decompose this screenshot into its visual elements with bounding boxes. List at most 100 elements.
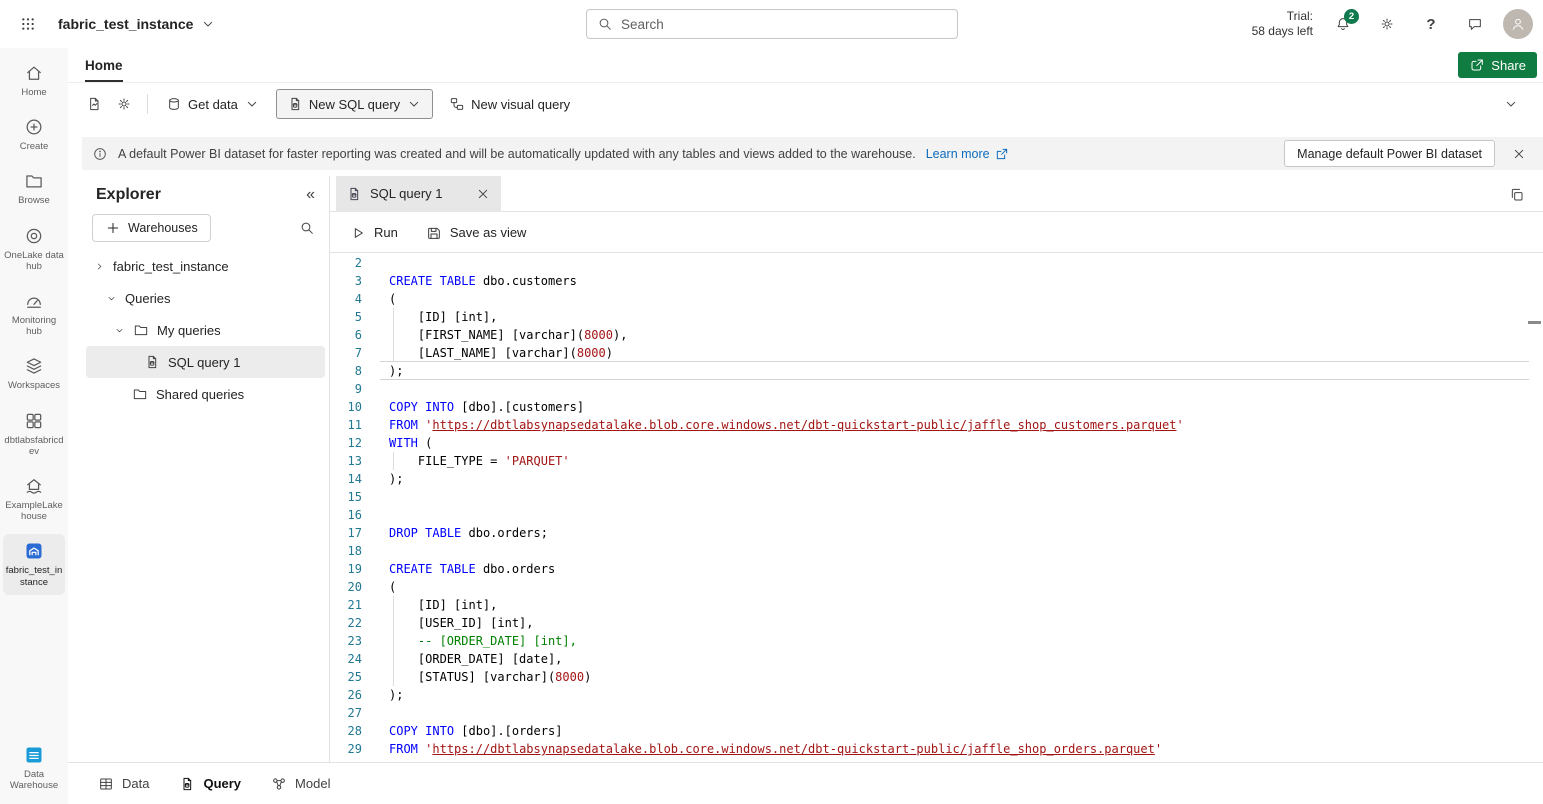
- code-text: );: [389, 362, 403, 380]
- rail-item-fabric-test-instance[interactable]: fabric_test_instance: [3, 534, 65, 594]
- save-as-view-button[interactable]: Save as view: [426, 225, 527, 241]
- bottom-tab-label: Query: [203, 776, 241, 791]
- code-line-8[interactable]: 8);: [330, 362, 1543, 380]
- code-line-10[interactable]: 10COPY INTO [dbo].[customers]: [330, 398, 1543, 416]
- code-line-12[interactable]: 12 WITH (: [330, 434, 1543, 452]
- learn-more-link[interactable]: Learn more: [926, 146, 1010, 162]
- code-line-11[interactable]: 11FROM 'https://dbtlabsynapsedatalake.bl…: [330, 416, 1543, 434]
- code-line-13[interactable]: 13 FILE_TYPE = 'PARQUET': [330, 452, 1543, 470]
- code-line-15[interactable]: 15: [330, 488, 1543, 506]
- line-number: 4: [330, 290, 362, 308]
- code-line-9[interactable]: 9: [330, 380, 1543, 398]
- settings-button[interactable]: [1371, 8, 1403, 40]
- line-number: 2: [330, 254, 362, 272]
- get-data-button[interactable]: Get data: [157, 89, 269, 119]
- share-button[interactable]: Share: [1458, 52, 1537, 78]
- main-content: Home Share Get data New SQL query New vi…: [68, 48, 1543, 804]
- code-line-20[interactable]: 20(: [330, 578, 1543, 596]
- tab-home-label: Home: [85, 58, 123, 73]
- app-launcher-button[interactable]: [12, 8, 44, 40]
- code-editor[interactable]: 23CREATE TABLE dbo.customers4(5 [ID] [in…: [330, 254, 1543, 762]
- code-line-21[interactable]: 21 [ID] [int],: [330, 596, 1543, 614]
- code-line-26[interactable]: 26);: [330, 686, 1543, 704]
- line-number: 12: [330, 434, 362, 452]
- code-line-24[interactable]: 24 [ORDER_DATE] [date],: [330, 650, 1543, 668]
- close-tab-button[interactable]: [475, 186, 491, 202]
- help-button[interactable]: ?: [1415, 8, 1447, 40]
- code-line-16[interactable]: 16: [330, 506, 1543, 524]
- bottom-tab-data[interactable]: Data: [98, 776, 149, 792]
- collapse-ribbon-button[interactable]: [1497, 90, 1525, 118]
- chevron-right-icon[interactable]: [94, 261, 105, 272]
- gear-icon: [1379, 16, 1395, 32]
- workspace-switcher[interactable]: fabric_test_instance: [58, 16, 216, 32]
- rail-item-onelake-data-hub[interactable]: OneLake data hub: [3, 219, 65, 279]
- rail-item-data-warehouse[interactable]: Data Warehouse: [3, 738, 65, 798]
- code-line-28[interactable]: 28COPY INTO [dbo].[orders]: [330, 722, 1543, 740]
- bottom-tab-query[interactable]: Query: [179, 776, 241, 792]
- new-sql-query-button[interactable]: New SQL query: [276, 89, 433, 119]
- rail-item-home[interactable]: Home: [3, 56, 65, 105]
- code-text: WITH (: [389, 434, 432, 452]
- line-number: 27: [330, 704, 362, 722]
- code-line-17[interactable]: 17DROP TABLE dbo.orders;: [330, 524, 1543, 542]
- explorer-search-button[interactable]: [299, 220, 315, 236]
- tree-item-shared-queries[interactable]: Shared queries: [86, 378, 325, 410]
- banner-close-button[interactable]: [1505, 140, 1533, 168]
- notifications-button[interactable]: 2: [1327, 8, 1359, 40]
- chevron-down-icon[interactable]: [114, 325, 125, 336]
- rail-item-browse[interactable]: Browse: [3, 164, 65, 213]
- code-line-19[interactable]: 19CREATE TABLE dbo.orders: [330, 560, 1543, 578]
- new-visual-query-button[interactable]: New visual query: [440, 89, 579, 119]
- rail-item-dbtlabsfabricdev[interactable]: dbtlabsfabricdev: [3, 404, 65, 464]
- line-number: 23: [330, 632, 362, 650]
- warehouse-settings-button[interactable]: [110, 90, 138, 118]
- code-text: -- [ORDER_DATE] [int],: [389, 632, 577, 650]
- code-line-5[interactable]: 5 [ID] [int],: [330, 308, 1543, 326]
- code-line-23[interactable]: 23 -- [ORDER_DATE] [int],: [330, 632, 1543, 650]
- code-line-6[interactable]: 6 [FIRST_NAME] [varchar](8000),: [330, 326, 1543, 344]
- feedback-button[interactable]: [1459, 8, 1491, 40]
- rail-item-monitoring-hub[interactable]: Monitoring hub: [3, 284, 65, 344]
- search-input[interactable]: [621, 17, 947, 32]
- code-line-29[interactable]: 29FROM 'https://dbtlabsynapsedatalake.bl…: [330, 740, 1543, 758]
- tree-item-queries[interactable]: Queries: [86, 282, 325, 314]
- line-number: 28: [330, 722, 362, 740]
- tree-item-my-queries[interactable]: My queries: [86, 314, 325, 346]
- tree-item-label: SQL query 1: [168, 355, 241, 370]
- copy-button[interactable]: [1503, 181, 1531, 209]
- code-line-3[interactable]: 3CREATE TABLE dbo.customers: [330, 272, 1543, 290]
- code-text: FROM 'https://dbtlabsynapsedatalake.blob…: [389, 740, 1162, 758]
- line-number: 22: [330, 614, 362, 632]
- run-button[interactable]: Run: [350, 225, 398, 241]
- code-line-22[interactable]: 22 [USER_ID] [int],: [330, 614, 1543, 632]
- code-text: [FIRST_NAME] [varchar](8000),: [389, 326, 627, 344]
- editor-tab-sql-query-1[interactable]: SQL query 1: [336, 176, 501, 212]
- tab-home[interactable]: Home: [82, 48, 126, 82]
- tree-item-sql-query-1[interactable]: SQL query 1: [86, 346, 325, 378]
- get-data-label: Get data: [188, 97, 238, 112]
- tree-item-fabric-test-instance[interactable]: fabric_test_instance: [86, 250, 325, 282]
- rail-item-examplelakehouse[interactable]: ExampleLakehouse: [3, 469, 65, 529]
- code-text: [ID] [int],: [389, 308, 497, 326]
- code-line-7[interactable]: 7 [LAST_NAME] [varchar](8000): [330, 344, 1543, 362]
- manage-default-dataset-button[interactable]: Manage default Power BI dataset: [1284, 140, 1495, 167]
- rail-item-label: Workspaces: [8, 380, 60, 391]
- code-line-18[interactable]: 18: [330, 542, 1543, 560]
- code-text: DROP TABLE dbo.orders;: [389, 524, 548, 542]
- code-line-14[interactable]: 14);: [330, 470, 1543, 488]
- chevron-down-icon[interactable]: [106, 293, 117, 304]
- code-line-27[interactable]: 27: [330, 704, 1543, 722]
- rail-item-create[interactable]: Create: [3, 110, 65, 159]
- new-visual-query-label: New visual query: [471, 97, 570, 112]
- code-line-4[interactable]: 4(: [330, 290, 1543, 308]
- code-line-2[interactable]: 2: [330, 254, 1543, 272]
- new-report-button[interactable]: [80, 90, 108, 118]
- add-warehouses-button[interactable]: Warehouses: [92, 214, 211, 242]
- bottom-tab-model[interactable]: Model: [271, 776, 330, 792]
- collapse-explorer-button[interactable]: «: [306, 187, 315, 203]
- code-line-25[interactable]: 25 [STATUS] [varchar](8000): [330, 668, 1543, 686]
- line-number: 24: [330, 650, 362, 668]
- account-avatar[interactable]: [1503, 9, 1533, 39]
- rail-item-workspaces[interactable]: Workspaces: [3, 349, 65, 398]
